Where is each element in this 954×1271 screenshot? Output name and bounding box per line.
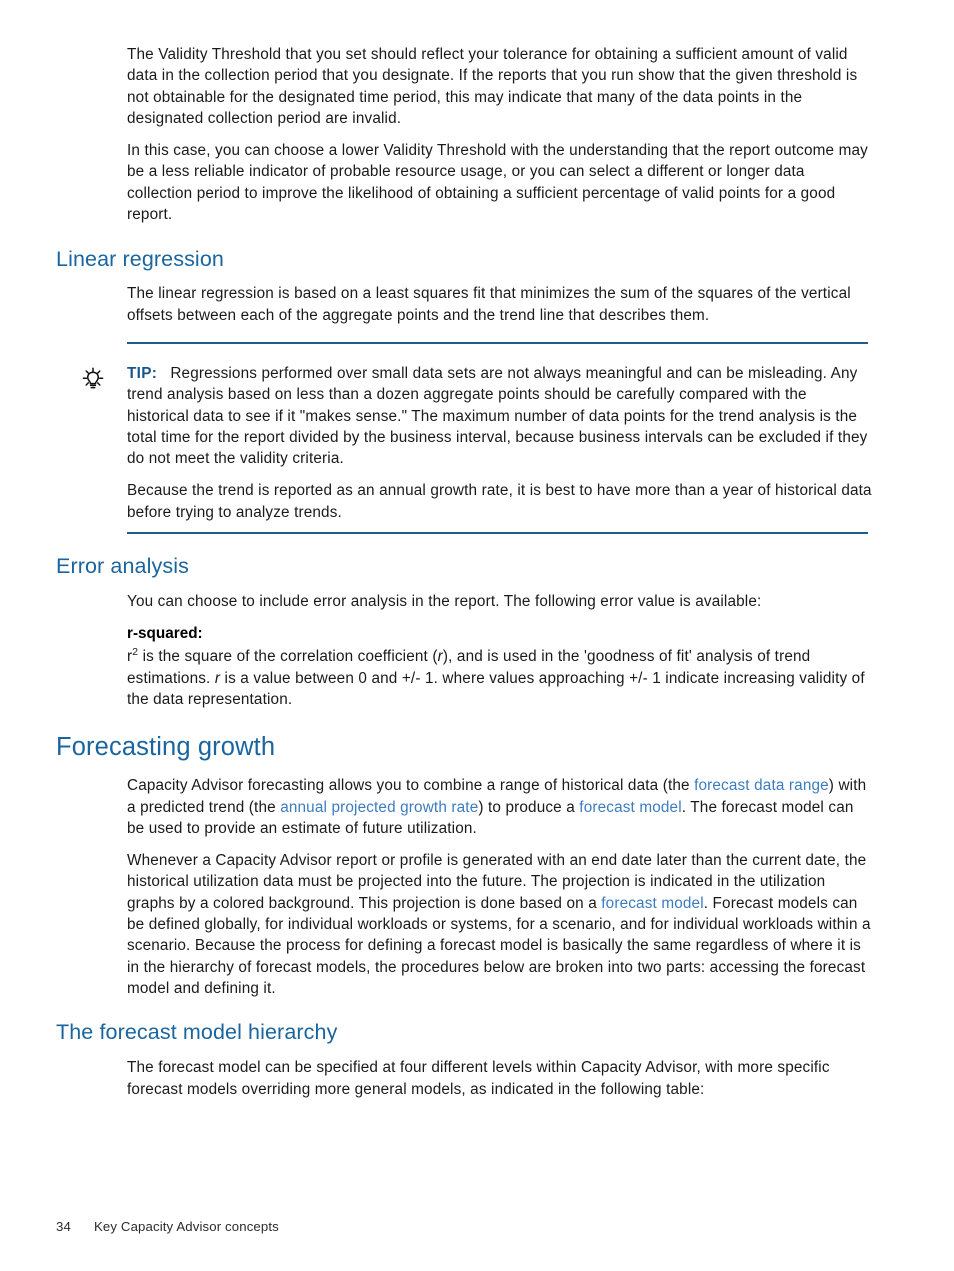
definition-r-squared: r2 is the square of the correlation coef… <box>127 646 872 710</box>
link-forecast-data-range[interactable]: forecast data range <box>694 777 829 794</box>
section-intro: The Validity Threshold that you set shou… <box>56 44 872 225</box>
section-forecasting-growth: Forecasting growth Capacity Advisor fore… <box>56 732 872 999</box>
term-r-squared: r-squared: <box>127 625 203 643</box>
tip-admonition: TIP: Regressions performed over small da… <box>56 341 872 535</box>
lightbulb-icon <box>80 366 106 392</box>
tip-label: TIP: <box>127 364 158 382</box>
link-forecast-model-1[interactable]: forecast model <box>579 799 681 816</box>
tip-paragraph-2: Because the trend is reported as an annu… <box>127 482 872 521</box>
page-content: The Validity Threshold that you set shou… <box>56 44 872 1100</box>
heading-error-analysis: Error analysis <box>56 554 189 579</box>
definition-part-1: is the square of the correlation coeffic… <box>138 648 438 666</box>
section-forecast-model-hierarchy: The forecast model hierarchy The forecas… <box>56 1019 872 1100</box>
footer-page-number: 34 <box>56 1219 71 1234</box>
link-forecast-model-2[interactable]: forecast model <box>601 895 703 912</box>
tip-paragraph-1-text: Regressions performed over small data se… <box>127 364 868 468</box>
section-error-analysis: Error analysis You can choose to include… <box>56 553 872 710</box>
paragraph-forecast-model-hierarchy: The forecast model can be specified at f… <box>127 1059 830 1098</box>
tip-rule-bottom <box>127 532 868 535</box>
section-linear-regression: Linear regression The linear regression … <box>56 246 872 535</box>
link-annual-projected-growth-rate[interactable]: annual projected growth rate <box>280 799 478 816</box>
definition-part-3: is a value between 0 and +/- 1. where va… <box>127 669 865 708</box>
heading-linear-regression: Linear regression <box>56 247 224 272</box>
paragraph-error-analysis-intro: You can choose to include error analysis… <box>127 593 762 611</box>
paragraph-validity-threshold-2: In this case, you can choose a lower Val… <box>127 142 868 224</box>
footer-section-title: Key Capacity Advisor concepts <box>94 1219 279 1234</box>
tip-paragraph-1: TIP: Regressions performed over small da… <box>127 363 872 469</box>
tip-rule-top <box>127 341 868 344</box>
page-footer: 34 Key Capacity Advisor concepts <box>56 1218 872 1235</box>
paragraph-linear-regression-intro: The linear regression is based on a leas… <box>127 285 851 324</box>
tip-content: TIP: Regressions performed over small da… <box>56 352 872 523</box>
paragraph-validity-threshold-1: The Validity Threshold that you set shou… <box>127 46 858 127</box>
document-page: The Validity Threshold that you set shou… <box>0 0 954 1271</box>
paragraph-forecasting-1: Capacity Advisor forecasting allows you … <box>127 775 872 839</box>
forecasting-1-part-1: Capacity Advisor forecasting allows you … <box>127 777 695 795</box>
heading-forecast-model-hierarchy: The forecast model hierarchy <box>56 1020 338 1045</box>
heading-forecasting-growth: Forecasting growth <box>56 733 276 762</box>
forecasting-1-part-3: ) to produce a <box>478 798 580 816</box>
paragraph-forecasting-2: Whenever a Capacity Advisor report or pr… <box>127 850 872 999</box>
